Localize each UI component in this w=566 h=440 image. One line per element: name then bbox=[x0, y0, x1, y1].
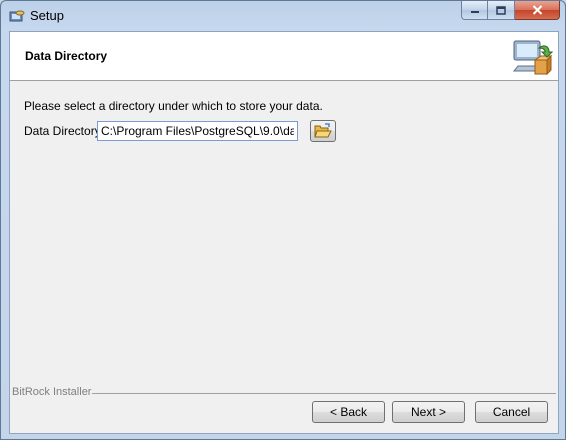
browse-button[interactable] bbox=[310, 120, 336, 142]
instructions-text: Please select a directory under which to… bbox=[24, 99, 323, 113]
window-title: Setup bbox=[30, 8, 64, 23]
minimize-button[interactable] bbox=[461, 1, 488, 20]
computer-box-install-icon bbox=[511, 36, 554, 78]
setup-window: Setup Data Directory Please select a dir… bbox=[0, 0, 566, 440]
minimize-icon bbox=[470, 11, 479, 13]
back-button[interactable]: < Back bbox=[312, 401, 385, 423]
title-bar[interactable]: Setup bbox=[1, 1, 565, 31]
caption-buttons bbox=[461, 1, 560, 21]
close-icon bbox=[532, 5, 542, 15]
page-title: Data Directory bbox=[25, 49, 108, 63]
close-button[interactable] bbox=[515, 1, 560, 20]
brand-divider bbox=[10, 393, 558, 394]
data-directory-label: Data Directory bbox=[24, 124, 101, 138]
maximize-icon bbox=[496, 5, 506, 15]
maximize-button[interactable] bbox=[488, 1, 515, 20]
brand-label: BitRock Installer bbox=[12, 386, 92, 398]
cancel-button[interactable]: Cancel bbox=[475, 401, 548, 423]
open-folder-icon bbox=[314, 123, 332, 138]
installer-app-icon bbox=[9, 8, 25, 24]
data-directory-input[interactable] bbox=[97, 121, 298, 141]
client-area: Data Directory Please select a directory… bbox=[9, 31, 559, 434]
next-button[interactable]: Next > bbox=[392, 401, 465, 423]
page-header: Data Directory bbox=[10, 32, 558, 81]
